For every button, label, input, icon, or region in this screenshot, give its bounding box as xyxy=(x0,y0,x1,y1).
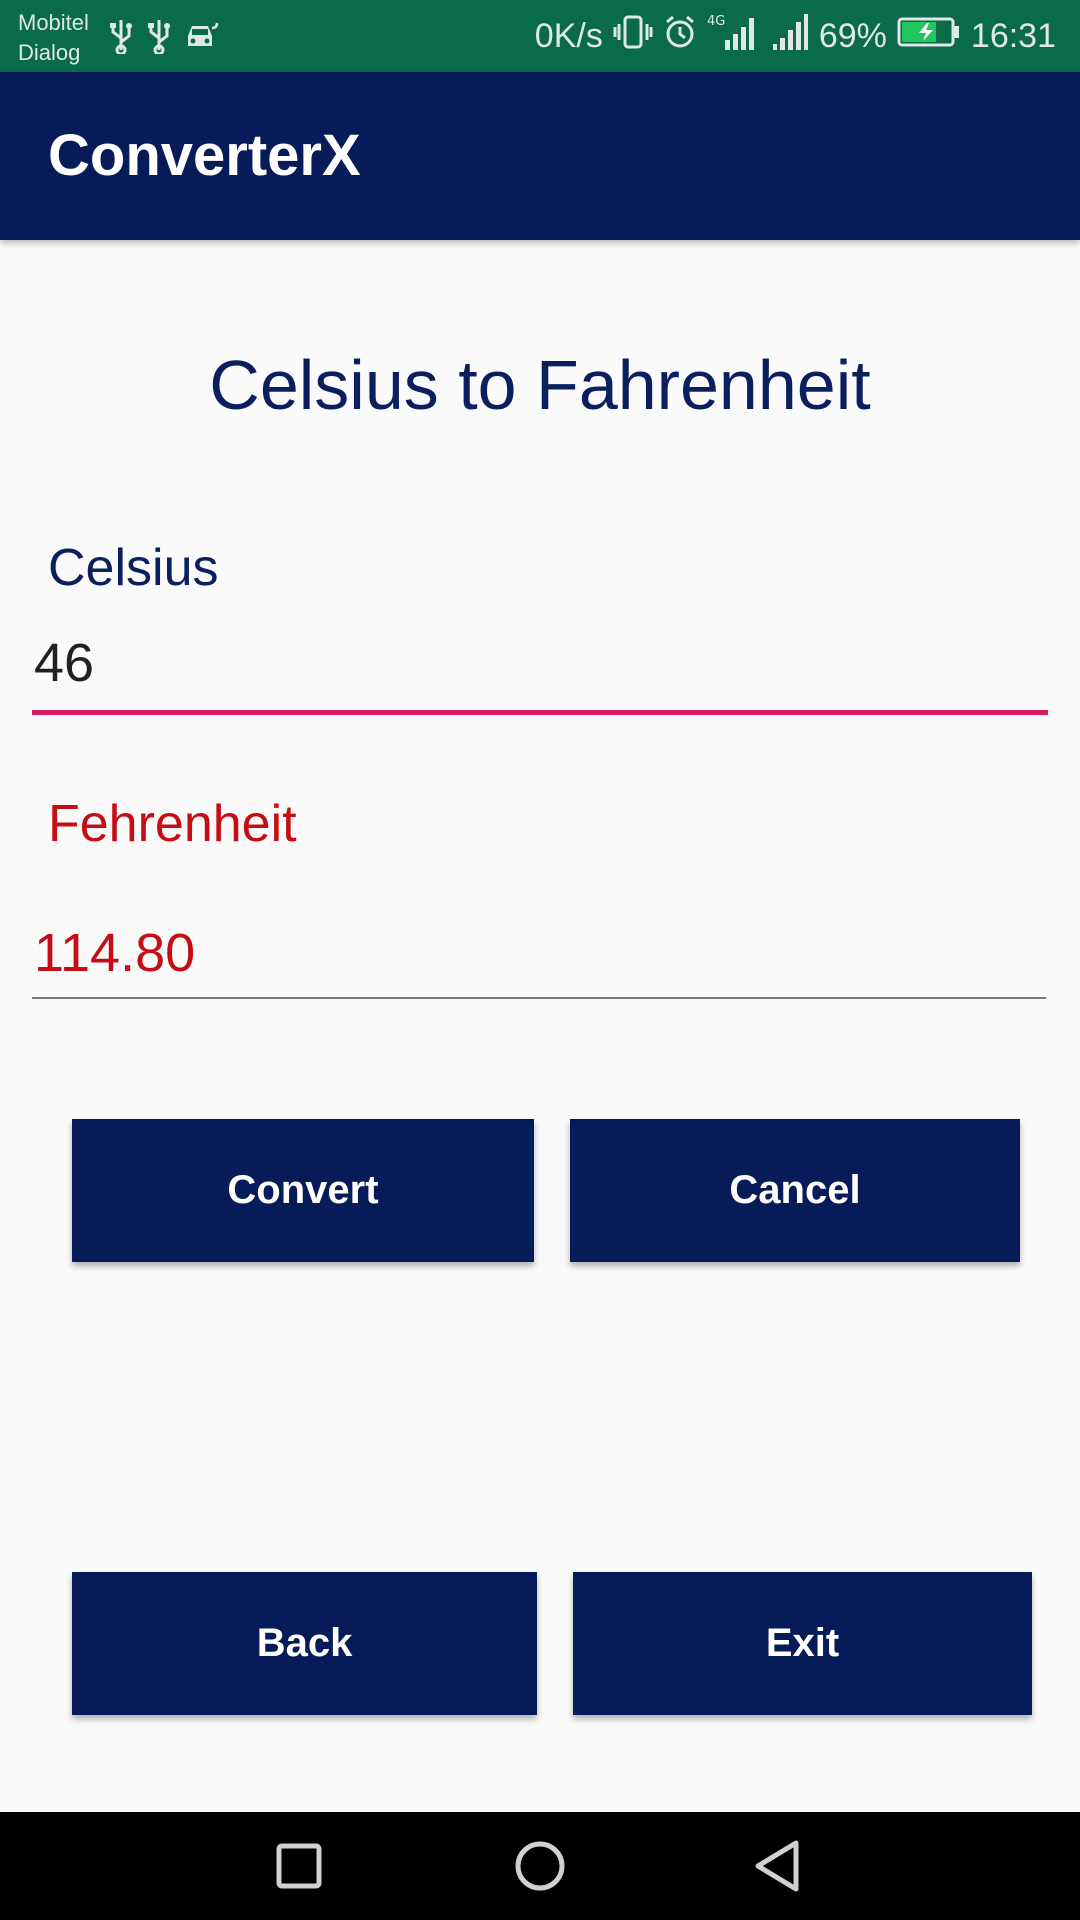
app-bar: ConverterX xyxy=(0,72,1080,240)
home-icon[interactable] xyxy=(512,1838,568,1899)
exit-button[interactable]: Exit xyxy=(573,1572,1032,1715)
celsius-input-value: 46 xyxy=(34,633,95,693)
carrier-line-1: Mobitel xyxy=(18,10,89,35)
carrier-info: Mobitel Dialog xyxy=(18,8,89,68)
page-title: Celsius to Fahrenheit xyxy=(209,346,871,424)
net-speed: 0K/s xyxy=(534,16,603,55)
status-bar: Mobitel Dialog 0K/s 4G 69% 16:31 xyxy=(0,0,1080,72)
alarm-icon xyxy=(663,14,697,59)
fahrenheit-label: Fehrenheit xyxy=(48,795,297,853)
celsius-label: Celsius xyxy=(48,539,219,597)
fahrenheit-output: 114.80 xyxy=(32,912,1046,999)
notification-icons xyxy=(108,18,220,59)
back-icon[interactable] xyxy=(750,1838,806,1899)
signal-icon xyxy=(769,12,809,61)
signal-4g-icon: 4G xyxy=(707,12,759,61)
cancel-button[interactable]: Cancel xyxy=(570,1119,1020,1262)
celsius-input[interactable]: 46 xyxy=(32,630,1048,715)
usb-icon xyxy=(108,18,134,59)
usb-icon xyxy=(146,18,172,59)
clock: 16:31 xyxy=(970,16,1056,55)
fahrenheit-output-value: 114.80 xyxy=(34,923,196,983)
svg-text:4G: 4G xyxy=(707,14,725,29)
carrier-line-2: Dialog xyxy=(18,40,81,65)
screen: Mobitel Dialog 0K/s 4G 69% 16:31 Convert… xyxy=(0,0,1080,1920)
battery-charging-icon xyxy=(897,16,961,57)
battery-percent: 69% xyxy=(818,16,887,55)
navigation-bar xyxy=(0,1812,1080,1920)
app-title: ConverterX xyxy=(48,123,361,188)
status-right: 0K/s 4G 69% 16:31 xyxy=(534,12,1056,61)
convert-button[interactable]: Convert xyxy=(72,1119,534,1262)
car-icon xyxy=(184,18,220,59)
vibrate-icon xyxy=(613,14,653,59)
recent-apps-icon[interactable] xyxy=(274,1838,324,1899)
back-button[interactable]: Back xyxy=(72,1572,537,1715)
